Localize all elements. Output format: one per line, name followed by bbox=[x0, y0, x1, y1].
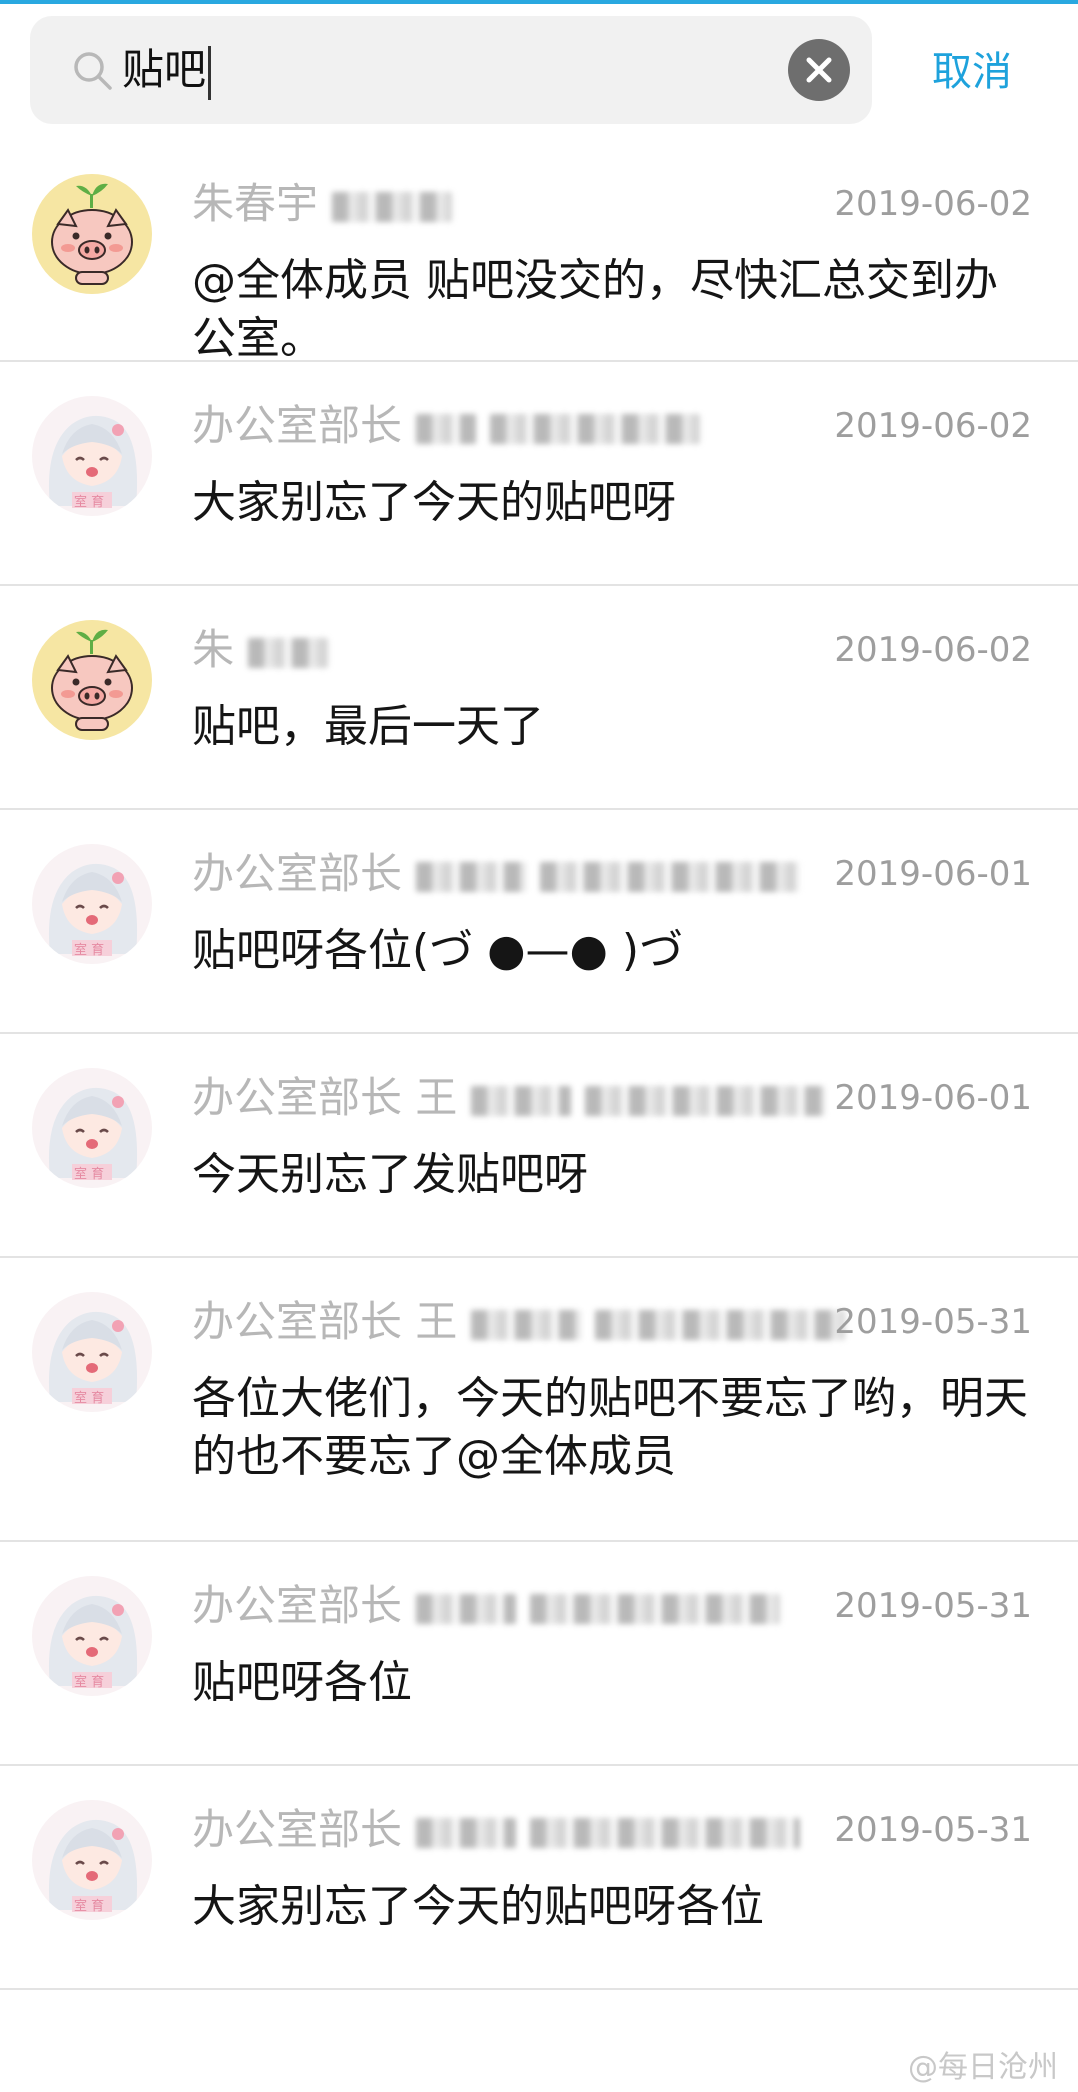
message-date: 2019-05-31 bbox=[834, 1302, 1032, 1342]
svg-text:室 育: 室 育 bbox=[74, 1166, 104, 1182]
cancel-button[interactable]: 取消 bbox=[932, 40, 1012, 104]
search-result-row[interactable]: 朱春宇 2019-06-02 @全体成员 贴吧没交的，尽快汇总交到办公室。 bbox=[0, 140, 1078, 364]
message-preview: 贴吧呀各位(づ ●—● )づ bbox=[192, 925, 684, 976]
search-query: 贴吧 bbox=[122, 45, 207, 94]
redacted-text bbox=[416, 413, 477, 444]
anime-avatar: 室 育 bbox=[32, 1292, 152, 1412]
search-result-row[interactable]: 室 育 办公室部长 2019-05-31 大家别忘了今天的贴吧呀各位 bbox=[0, 1766, 1078, 1990]
redacted-text bbox=[530, 1593, 781, 1624]
redacted-text bbox=[585, 1085, 826, 1116]
pig-avatar bbox=[32, 620, 152, 740]
redacted-text bbox=[530, 1817, 801, 1848]
svg-text:室 育: 室 育 bbox=[74, 494, 104, 510]
sender-label: 办公室部长 bbox=[192, 849, 403, 898]
message-preview: 贴吧，最后一天了 bbox=[192, 701, 544, 752]
anime-avatar: 室 育 bbox=[32, 844, 152, 964]
message-preview: 今天别忘了发贴吧呀 bbox=[192, 1149, 588, 1200]
sender-label: 办公室部长 bbox=[192, 401, 403, 450]
redacted-text bbox=[540, 861, 801, 892]
sender-name: 办公室部长 王 bbox=[192, 1070, 826, 1126]
redacted-text bbox=[471, 1309, 582, 1340]
sender-label: 办公室部长 bbox=[192, 1581, 403, 1630]
message-date: 2019-06-02 bbox=[834, 406, 1032, 446]
sender-name: 办公室部长 bbox=[192, 398, 701, 454]
message-date: 2019-05-31 bbox=[834, 1586, 1032, 1626]
redacted-text bbox=[416, 1593, 517, 1624]
search-result-row[interactable]: 室 育 办公室部长 2019-06-02 大家别忘了今天的贴吧呀 bbox=[0, 362, 1078, 586]
sender-name: 朱春宇 bbox=[192, 176, 453, 232]
search-box[interactable]: 贴吧 bbox=[30, 16, 872, 124]
message-date: 2019-06-02 bbox=[834, 184, 1032, 224]
redacted-text bbox=[490, 413, 701, 444]
close-icon bbox=[806, 57, 832, 83]
message-preview: @全体成员 贴吧没交的，尽快汇总交到办公室。 bbox=[192, 255, 998, 364]
sender-name: 办公室部长 王 bbox=[192, 1294, 846, 1350]
redacted-text bbox=[416, 1817, 517, 1848]
message-date: 2019-06-01 bbox=[834, 1078, 1032, 1118]
search-result-row[interactable]: 室 育 办公室部长 2019-05-31 贴吧呀各位 bbox=[0, 1542, 1078, 1766]
svg-text:室 育: 室 育 bbox=[74, 942, 104, 958]
anime-avatar: 室 育 bbox=[32, 396, 152, 516]
redacted-text bbox=[595, 1309, 846, 1340]
svg-text:室 育: 室 育 bbox=[74, 1674, 104, 1690]
search-result-row[interactable]: 室 育 办公室部长 2019-06-01 贴吧呀各位(づ ●—● )づ bbox=[0, 810, 1078, 1034]
message-date: 2019-06-01 bbox=[834, 854, 1032, 894]
svg-text:室 育: 室 育 bbox=[74, 1390, 104, 1406]
redacted-text bbox=[471, 1085, 572, 1116]
svg-text:室 育: 室 育 bbox=[74, 1898, 104, 1914]
search-icon bbox=[74, 52, 112, 90]
search-input[interactable]: 贴吧 bbox=[122, 38, 212, 102]
message-preview: 大家别忘了今天的贴吧呀 bbox=[192, 477, 676, 528]
search-result-row[interactable]: 室 育 办公室部长 王 2019-06-01 今天别忘了发贴吧呀 bbox=[0, 1034, 1078, 1258]
search-bar: 贴吧 取消 bbox=[0, 4, 1078, 134]
redacted-text bbox=[332, 191, 453, 222]
message-preview: 贴吧呀各位 bbox=[192, 1657, 412, 1708]
pig-avatar bbox=[32, 174, 152, 294]
watermark: @每日沧州 bbox=[908, 2050, 1058, 2085]
anime-avatar: 室 育 bbox=[32, 1068, 152, 1188]
sender-name: 办公室部长 bbox=[192, 1578, 781, 1634]
anime-avatar: 室 育 bbox=[32, 1800, 152, 1920]
sender-label: 办公室部长 王 bbox=[192, 1297, 458, 1346]
message-date: 2019-06-02 bbox=[834, 630, 1032, 670]
message-preview: 大家别忘了今天的贴吧呀各位 bbox=[192, 1881, 764, 1932]
search-results-list: 朱春宇 2019-06-02 @全体成员 贴吧没交的，尽快汇总交到办公室。 室 育 … bbox=[0, 140, 1078, 1990]
sender-name: 办公室部长 bbox=[192, 846, 801, 902]
sender-label: 朱春宇 bbox=[192, 179, 319, 228]
clear-search-button[interactable] bbox=[788, 39, 850, 101]
sender-label: 办公室部长 王 bbox=[192, 1073, 458, 1122]
sender-name: 朱 bbox=[192, 622, 329, 678]
redacted-text bbox=[416, 861, 527, 892]
message-date: 2019-05-31 bbox=[834, 1810, 1032, 1850]
message-preview: 各位大佬们，今天的贴吧不要忘了哟，明天的也不要忘了@全体成员 bbox=[192, 1373, 1028, 1482]
sender-name: 办公室部长 bbox=[192, 1802, 801, 1858]
sender-label: 朱 bbox=[192, 625, 235, 674]
text-caret bbox=[208, 45, 212, 100]
sender-label: 办公室部长 bbox=[192, 1805, 403, 1854]
search-result-row[interactable]: 室 育 办公室部长 王 2019-05-31 各位大佬们，今天的贴吧不要忘了哟，明天… bbox=[0, 1258, 1078, 1542]
anime-avatar: 室 育 bbox=[32, 1576, 152, 1696]
redacted-text bbox=[248, 637, 329, 668]
search-result-row[interactable]: 朱 2019-06-02 贴吧，最后一天了 bbox=[0, 586, 1078, 810]
